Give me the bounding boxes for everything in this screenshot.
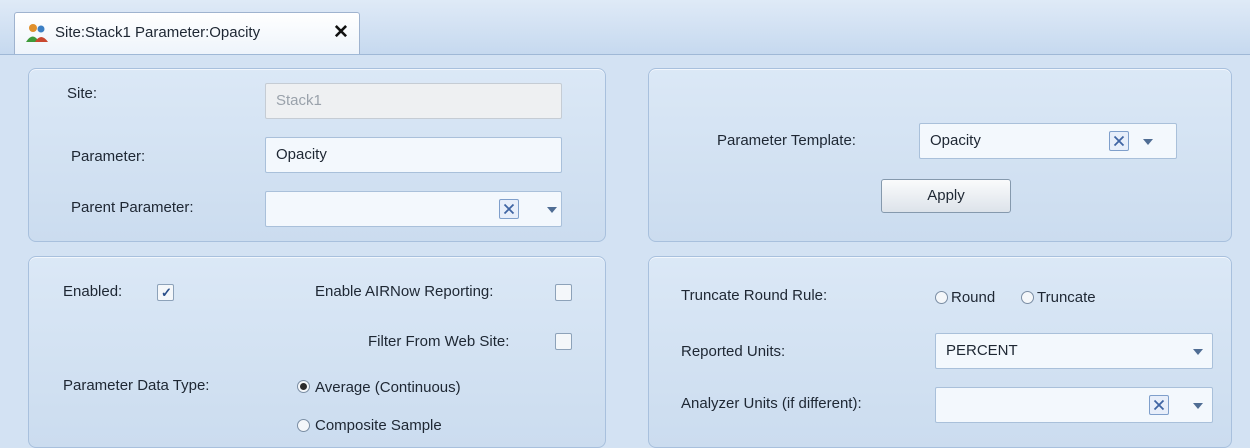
reported-units-value: PERCENT (946, 342, 1018, 359)
enabled-label: Enabled: (63, 283, 123, 300)
clear-icon[interactable] (1149, 395, 1169, 415)
average-option-label: Average (Continuous) (315, 379, 461, 396)
parameter-field[interactable]: Opacity (265, 137, 562, 173)
site-label: Site: (67, 85, 98, 102)
filter-web-checkbox[interactable] (555, 333, 572, 350)
users-icon (26, 24, 48, 42)
composite-option-label: Composite Sample (315, 417, 442, 434)
truncate-round-label: Truncate Round Rule: (681, 287, 828, 304)
reported-units-select[interactable]: PERCENT (935, 333, 1213, 369)
radio-truncate[interactable] (1021, 291, 1034, 304)
options-panel: Enabled: ✓ Enable AIRNow Reporting: Filt… (28, 256, 606, 448)
data-type-label: Parameter Data Type: (63, 377, 210, 394)
reported-units-label: Reported Units: (681, 343, 786, 360)
radio-round[interactable] (935, 291, 948, 304)
tab-site-parameter[interactable]: Site:Stack1 Parameter:Opacity ✕ (14, 12, 360, 54)
parameter-template-combo[interactable]: Opacity (919, 123, 1177, 159)
chevron-down-icon[interactable] (1143, 139, 1153, 145)
parent-parameter-label: Parent Parameter: (71, 199, 194, 216)
units-panel: Truncate Round Rule: Round Truncate Repo… (648, 256, 1232, 448)
clear-icon[interactable] (499, 199, 519, 219)
parameter-template-label: Parameter Template: (717, 132, 856, 149)
apply-button[interactable]: Apply (881, 179, 1011, 213)
tab-strip: Site:Stack1 Parameter:Opacity ✕ (0, 0, 1250, 55)
analyzer-units-combo[interactable] (935, 387, 1213, 423)
close-icon[interactable]: ✕ (333, 21, 349, 44)
site-field[interactable]: Stack1 (265, 83, 562, 119)
analyzer-units-label: Analyzer Units (if different): (681, 395, 862, 412)
airnow-checkbox[interactable] (555, 284, 572, 301)
chevron-down-icon[interactable] (547, 207, 557, 213)
template-panel: Parameter Template: Opacity Apply (648, 68, 1232, 242)
truncate-option-label: Truncate (1037, 289, 1096, 306)
enabled-checkbox[interactable]: ✓ (157, 284, 174, 301)
chevron-down-icon[interactable] (1193, 403, 1203, 409)
filter-web-label: Filter From Web Site: (368, 333, 510, 350)
parameter-template-value: Opacity (930, 132, 981, 149)
chevron-down-icon[interactable] (1193, 349, 1203, 355)
airnow-label: Enable AIRNow Reporting: (315, 283, 494, 300)
parameter-label: Parameter: (71, 148, 146, 165)
round-option-label: Round (951, 289, 996, 306)
radio-average[interactable] (297, 380, 310, 393)
check-icon: ✓ (161, 285, 172, 300)
tab-title: Site:Stack1 Parameter:Opacity (55, 24, 261, 41)
identity-panel: Site: Stack1 Parameter: Opacity Parent P… (28, 68, 606, 242)
radio-composite[interactable] (297, 419, 310, 432)
clear-icon[interactable] (1109, 131, 1129, 151)
